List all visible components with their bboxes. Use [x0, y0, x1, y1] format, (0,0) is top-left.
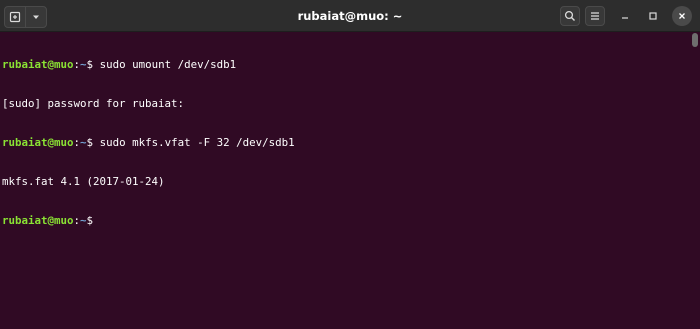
- prompt-user-host: rubaiat@muo: [2, 58, 74, 71]
- chevron-down-icon: [31, 12, 41, 22]
- prompt-user-host: rubaiat@muo: [2, 136, 74, 149]
- close-button[interactable]: [672, 6, 692, 26]
- tab-controls: [4, 6, 47, 28]
- title-bar: rubaiat@muo: ~: [0, 0, 700, 32]
- command-text: sudo umount /dev/sdb1: [99, 58, 237, 71]
- prompt-line: rubaiat@muo:~$ sudo mkfs.vfat -F 32 /dev…: [2, 136, 692, 149]
- command-text: sudo mkfs.vfat -F 32 /dev/sdb1: [99, 136, 295, 149]
- tab-menu-button[interactable]: [25, 7, 46, 27]
- prompt-line: rubaiat@muo:~$ sudo umount /dev/sdb1: [2, 58, 692, 71]
- prompt-user-host: rubaiat@muo: [2, 214, 74, 227]
- new-tab-icon: [9, 11, 21, 23]
- maximize-button[interactable]: [640, 6, 666, 26]
- window-controls: [560, 0, 700, 32]
- minimize-button[interactable]: [612, 6, 638, 26]
- prompt-symbol: $: [86, 136, 100, 149]
- prompt-symbol: $: [86, 214, 100, 227]
- close-icon: [677, 11, 687, 21]
- prompt-symbol: $: [86, 58, 100, 71]
- output-line: mkfs.fat 4.1 (2017-01-24): [2, 175, 165, 188]
- prompt-line: rubaiat@muo:~$: [2, 214, 692, 227]
- output-line: [sudo] password for rubaiat:: [2, 97, 185, 110]
- terminal-window: rubaiat@muo: ~ rubaiat@muo:~$ sudo umoun…: [0, 0, 700, 329]
- hamburger-menu-button[interactable]: [585, 6, 605, 26]
- text-cursor: [99, 214, 107, 226]
- search-icon: [564, 10, 576, 22]
- minimize-icon: [620, 11, 630, 21]
- scrollbar-thumb[interactable]: [692, 33, 698, 47]
- new-tab-button[interactable]: [5, 7, 25, 27]
- search-button[interactable]: [560, 6, 580, 26]
- hamburger-menu-icon: [590, 11, 600, 21]
- maximize-icon: [648, 11, 658, 21]
- terminal-output[interactable]: rubaiat@muo:~$ sudo umount /dev/sdb1 [su…: [0, 32, 692, 329]
